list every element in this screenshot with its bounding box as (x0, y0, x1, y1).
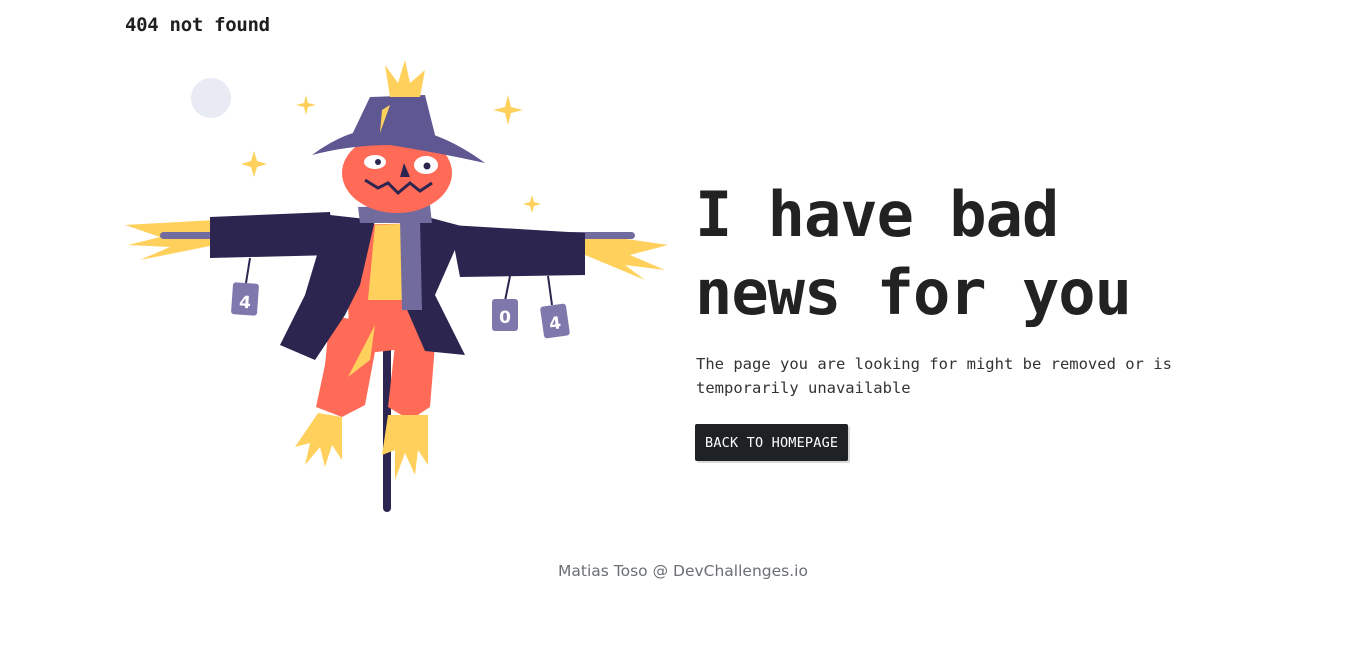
can-label: 4 (238, 293, 251, 314)
scarecrow-illustration: 4 0 4 (125, 60, 668, 512)
error-content: I have bad news for you The page you are… (695, 176, 1235, 461)
page-title: I have bad news for you (695, 176, 1235, 332)
headline-line: I have bad (695, 178, 1059, 251)
footer-credit: Matias Toso @ DevChallenges.io (558, 562, 808, 580)
headline-line: news for you (695, 256, 1132, 329)
can-label: 0 (499, 308, 511, 328)
moon-icon (191, 78, 231, 118)
right-leg (388, 345, 435, 420)
site-logo[interactable]: 404 not found (125, 14, 270, 36)
error-message: The page you are looking for might be re… (696, 355, 1172, 397)
back-to-homepage-button[interactable]: BACK TO HOMEPAGE (695, 424, 849, 461)
